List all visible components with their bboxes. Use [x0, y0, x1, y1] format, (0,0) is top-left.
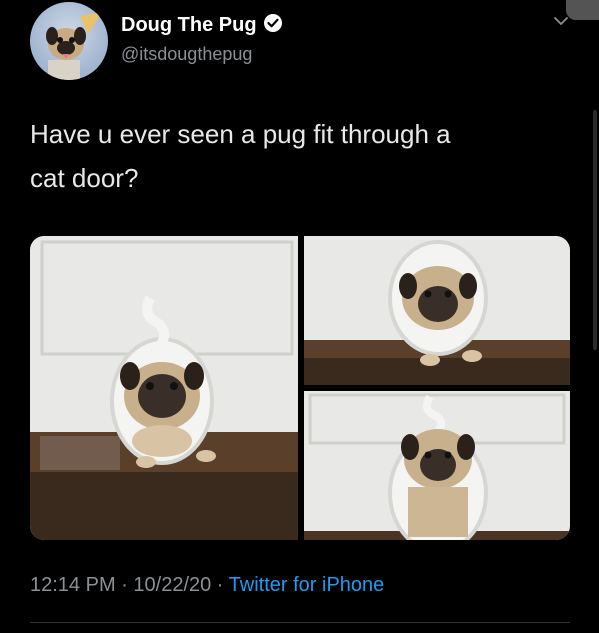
tweet-source-link[interactable]: Twitter for iPhone: [229, 574, 385, 596]
author-handle[interactable]: @itsdougthepug: [121, 44, 252, 65]
divider: [30, 622, 570, 623]
media-grid: [30, 236, 570, 540]
media-photo-2[interactable]: [304, 236, 570, 385]
scrollbar-thumb[interactable]: [566, 0, 599, 20]
tweet-text: Have u ever seen a pug fit through a cat…: [30, 119, 451, 193]
media-photo-1[interactable]: [30, 236, 298, 540]
meta-separator: ·: [211, 574, 229, 596]
verified-badge-icon: [263, 13, 283, 38]
scrollbar-track[interactable]: [593, 110, 597, 350]
avatar[interactable]: [30, 2, 108, 80]
tweet-time[interactable]: 12:14 PM: [30, 574, 116, 596]
tweet-date[interactable]: 10/22/20: [133, 574, 211, 596]
tweet-meta: 12:14 PM · 10/22/20 · Twitter for iPhone: [30, 574, 384, 597]
author-display-name[interactable]: Doug The Pug: [121, 14, 257, 37]
media-photo-3[interactable]: [304, 391, 570, 540]
meta-separator: ·: [115, 574, 134, 596]
